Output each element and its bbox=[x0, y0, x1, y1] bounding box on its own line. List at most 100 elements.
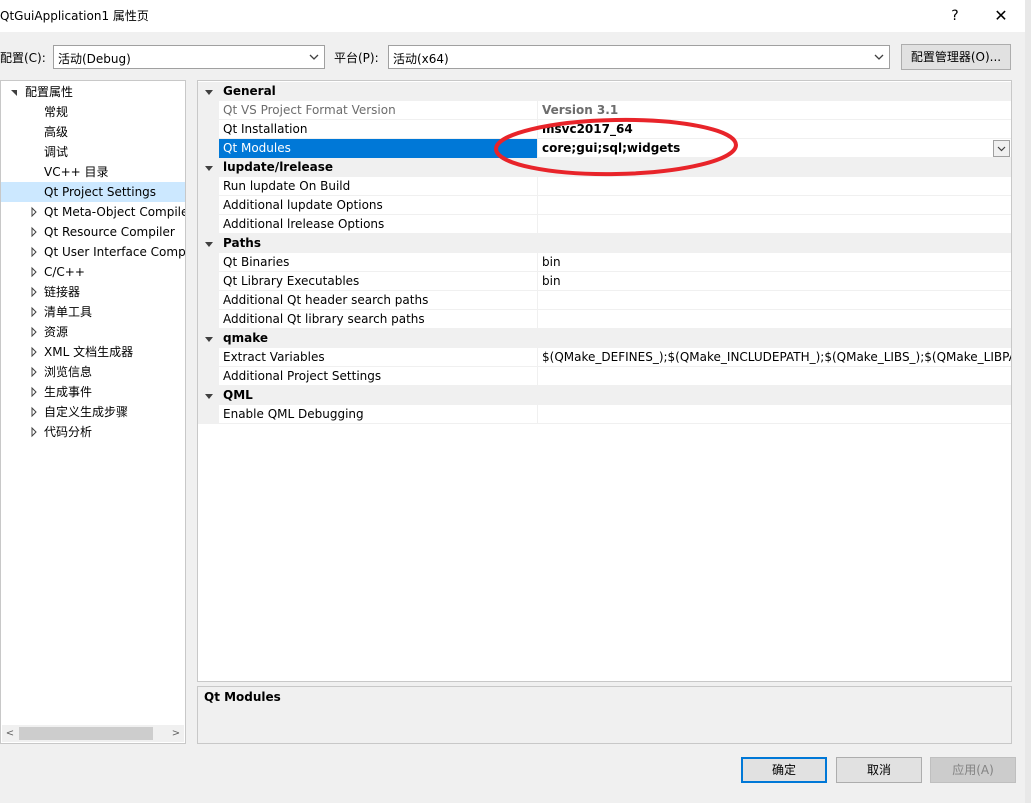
tree-spacer bbox=[29, 142, 39, 162]
property-value[interactable] bbox=[537, 215, 1011, 234]
tree-item[interactable]: Qt User Interface Comp bbox=[1, 242, 185, 262]
tree-item-label: C/C++ bbox=[44, 265, 85, 279]
apply-button[interactable]: 应用(A) bbox=[930, 757, 1016, 783]
collapse-triangle-icon[interactable] bbox=[204, 163, 214, 173]
property-row[interactable]: Qt Installation msvc2017_64 bbox=[198, 120, 1011, 139]
horizontal-scrollbar[interactable]: < > bbox=[2, 725, 184, 742]
platform-value: 活动(x64) bbox=[393, 52, 449, 66]
tree-item[interactable]: 调试 bbox=[1, 142, 185, 162]
tree-item[interactable]: 自定义生成步骤 bbox=[1, 402, 185, 422]
property-row[interactable]: Qt VS Project Format Version Version 3.1 bbox=[198, 101, 1011, 120]
property-name: Qt VS Project Format Version bbox=[223, 103, 396, 117]
property-row[interactable]: Qt Modules core;gui;sql;widgets bbox=[198, 139, 1011, 158]
row-gutter bbox=[198, 101, 219, 120]
scrollbar-thumb[interactable] bbox=[19, 727, 153, 740]
chevron-down-icon bbox=[874, 54, 884, 60]
tree-item[interactable]: 高级 bbox=[1, 122, 185, 142]
collapsed-triangle-icon[interactable] bbox=[29, 422, 39, 442]
config-value: 活动(Debug) bbox=[58, 52, 131, 66]
config-combo[interactable]: 活动(Debug) bbox=[53, 45, 325, 69]
tree-item[interactable]: Qt Resource Compiler bbox=[1, 222, 185, 242]
collapse-triangle-icon[interactable] bbox=[204, 87, 214, 97]
property-row[interactable]: Qt Library Executables bin bbox=[198, 272, 1011, 291]
collapse-triangle-icon[interactable] bbox=[204, 391, 214, 401]
platform-combo[interactable]: 活动(x64) bbox=[388, 45, 890, 69]
collapsed-triangle-icon[interactable] bbox=[29, 262, 39, 282]
property-value[interactable]: core;gui;sql;widgets bbox=[537, 139, 1011, 158]
ok-button[interactable]: 确定 bbox=[741, 757, 827, 783]
background-window-edge bbox=[1025, 0, 1031, 803]
collapse-triangle-icon[interactable] bbox=[204, 334, 214, 344]
property-value[interactable] bbox=[537, 405, 1011, 424]
property-value[interactable] bbox=[537, 196, 1011, 215]
property-row[interactable]: Run lupdate On Build bbox=[198, 177, 1011, 196]
property-value[interactable] bbox=[537, 367, 1011, 386]
property-value[interactable] bbox=[537, 310, 1011, 329]
row-gutter bbox=[198, 253, 219, 272]
tree-item[interactable]: 清单工具 bbox=[1, 302, 185, 322]
tree-item[interactable]: 链接器 bbox=[1, 282, 185, 302]
tree-item-label: Qt Meta-Object Compile bbox=[44, 205, 185, 219]
tree-item[interactable]: 配置属性 bbox=[1, 82, 185, 102]
property-category[interactable]: lupdate/lrelease bbox=[198, 158, 1011, 177]
collapsed-triangle-icon[interactable] bbox=[29, 242, 39, 262]
property-row[interactable]: Additional Qt header search paths bbox=[198, 291, 1011, 310]
property-category[interactable]: qmake bbox=[198, 329, 1011, 348]
property-name: Enable QML Debugging bbox=[223, 407, 364, 421]
expanded-triangle-icon[interactable] bbox=[9, 82, 19, 102]
property-category[interactable]: General bbox=[198, 82, 1011, 101]
property-row[interactable]: Qt Binaries bin bbox=[198, 253, 1011, 272]
property-value[interactable] bbox=[537, 177, 1011, 196]
tree-item[interactable]: 生成事件 bbox=[1, 382, 185, 402]
property-row[interactable]: Extract Variables $(QMake_DEFINES_);$(QMa… bbox=[198, 348, 1011, 367]
row-gutter bbox=[198, 367, 219, 386]
value-dropdown-button[interactable] bbox=[993, 140, 1010, 157]
help-button[interactable]: ? bbox=[944, 0, 966, 32]
property-row[interactable]: Additional lrelease Options bbox=[198, 215, 1011, 234]
collapsed-triangle-icon[interactable] bbox=[29, 322, 39, 342]
row-gutter bbox=[198, 310, 219, 329]
collapsed-triangle-icon[interactable] bbox=[29, 202, 39, 222]
collapsed-triangle-icon[interactable] bbox=[29, 302, 39, 322]
property-value[interactable]: msvc2017_64 bbox=[537, 120, 1011, 139]
collapsed-triangle-icon[interactable] bbox=[29, 222, 39, 242]
tree-item[interactable]: 代码分析 bbox=[1, 422, 185, 442]
collapsed-triangle-icon[interactable] bbox=[29, 342, 39, 362]
property-value[interactable]: bin bbox=[537, 253, 1011, 272]
property-row[interactable]: Additional Project Settings bbox=[198, 367, 1011, 386]
tree-item-label: 链接器 bbox=[44, 285, 81, 299]
property-row[interactable]: Enable QML Debugging bbox=[198, 405, 1011, 424]
tree-item[interactable]: 浏览信息 bbox=[1, 362, 185, 382]
collapsed-triangle-icon[interactable] bbox=[29, 382, 39, 402]
property-row[interactable]: Additional Qt library search paths bbox=[198, 310, 1011, 329]
tree-item[interactable]: VC++ 目录 bbox=[1, 162, 185, 182]
cancel-button[interactable]: 取消 bbox=[836, 757, 922, 783]
row-gutter bbox=[198, 139, 219, 158]
tree-item[interactable]: XML 文档生成器 bbox=[1, 342, 185, 362]
tree-item[interactable]: 资源 bbox=[1, 322, 185, 342]
collapsed-triangle-icon[interactable] bbox=[29, 362, 39, 382]
close-button[interactable]: ✕ bbox=[988, 0, 1014, 32]
property-value[interactable]: $(QMake_DEFINES_);$(QMake_INCLUDEPATH_);… bbox=[537, 348, 1011, 367]
tree-item[interactable]: 常规 bbox=[1, 102, 185, 122]
collapsed-triangle-icon[interactable] bbox=[29, 282, 39, 302]
window-title: QtGuiApplication1 属性页 bbox=[0, 9, 149, 23]
row-gutter bbox=[198, 405, 219, 424]
property-category[interactable]: Paths bbox=[198, 234, 1011, 253]
scroll-left-icon[interactable]: < bbox=[3, 726, 17, 741]
property-value[interactable]: bin bbox=[537, 272, 1011, 291]
property-name: Additional lupdate Options bbox=[223, 198, 383, 212]
tree-item-label: XML 文档生成器 bbox=[44, 345, 134, 359]
property-value[interactable] bbox=[537, 291, 1011, 310]
scroll-right-icon[interactable]: > bbox=[169, 726, 183, 741]
config-manager-button[interactable]: 配置管理器(O)... bbox=[901, 44, 1011, 70]
collapsed-triangle-icon[interactable] bbox=[29, 402, 39, 422]
tree-item[interactable]: Qt Meta-Object Compile bbox=[1, 202, 185, 222]
tree-item[interactable]: C/C++ bbox=[1, 262, 185, 282]
tree-item[interactable]: Qt Project Settings bbox=[1, 182, 185, 202]
property-value[interactable]: Version 3.1 bbox=[537, 101, 1011, 120]
property-category[interactable]: QML bbox=[198, 386, 1011, 405]
collapse-triangle-icon[interactable] bbox=[204, 239, 214, 249]
property-name: Additional Qt library search paths bbox=[223, 312, 425, 326]
property-row[interactable]: Additional lupdate Options bbox=[198, 196, 1011, 215]
